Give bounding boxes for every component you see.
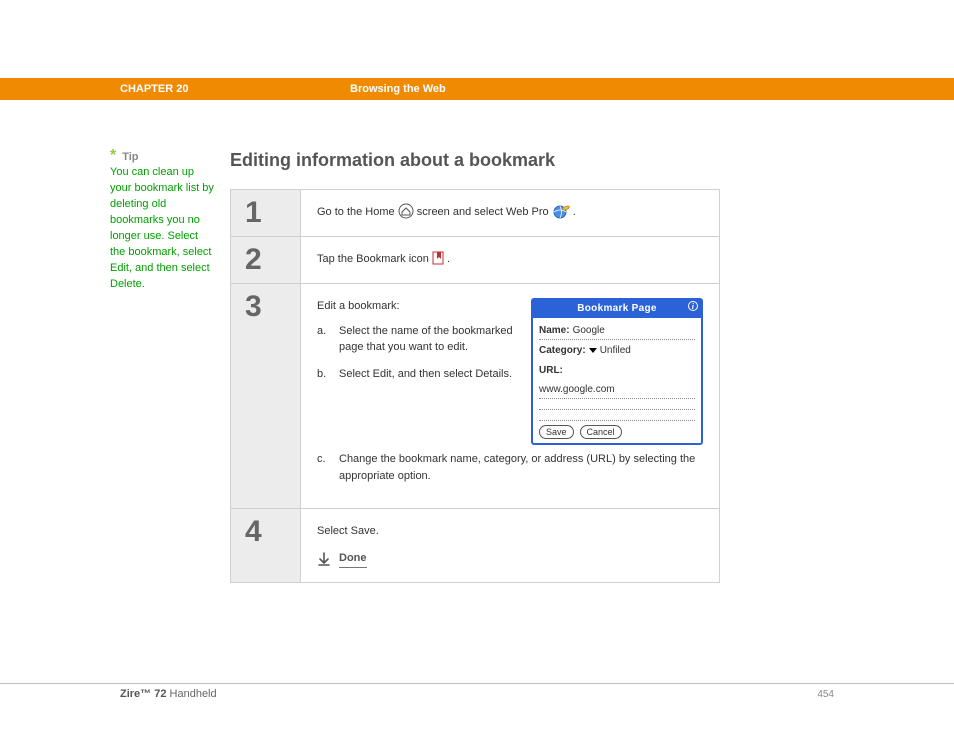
step-text: Tap the Bookmark icon (317, 253, 432, 265)
info-icon[interactable]: i (688, 301, 698, 311)
dialog-title-bar: Bookmark Page i (533, 300, 701, 318)
page-number: 454 (817, 689, 834, 700)
step-text: . (573, 206, 576, 218)
footer-suffix: Handheld (166, 688, 216, 700)
step-text: screen and select Web Pro (417, 206, 552, 218)
substep-text: Select Edit, and then select Details. (339, 366, 512, 383)
step-number: 3 (231, 284, 301, 508)
footer-model: Zire™ 72 Handheld (120, 688, 217, 700)
step-body: Tap the Bookmark icon . (301, 237, 719, 283)
step-number: 1 (231, 190, 301, 236)
substep-text: Change the bookmark name, category, or a… (339, 451, 703, 484)
header-chapter: CHAPTER 20 (120, 83, 350, 95)
done-row: Done (317, 550, 703, 569)
dropdown-icon[interactable] (589, 348, 597, 353)
tip-body: You can clean up your bookmark list by d… (110, 165, 215, 293)
dialog-blank-line (539, 412, 695, 421)
section-title: Editing information about a bookmark (230, 150, 720, 171)
dialog-category-row[interactable]: Category: Unfiled (539, 342, 695, 359)
step-body: Select Save. Done (301, 509, 719, 582)
footer: Zire™ 72 Handheld 454 (0, 683, 954, 700)
substep-label: b. (317, 366, 331, 383)
cancel-button[interactable]: Cancel (580, 425, 622, 439)
step-number: 2 (231, 237, 301, 283)
category-label: Category: (539, 343, 586, 358)
step-row: 3 Edit a bookmark: a. Select the name of… (231, 284, 719, 509)
url-value: www.google.com (539, 382, 615, 397)
bookmark-dialog: Bookmark Page i Name: Google Ca (531, 298, 703, 445)
step-number: 4 (231, 509, 301, 582)
asterisk-icon: * (110, 150, 116, 162)
substep-label: c. (317, 451, 331, 484)
substep: c. Change the bookmark name, category, o… (317, 451, 703, 484)
name-label: Name: (539, 323, 570, 338)
step-text: . (447, 253, 450, 265)
bookmark-icon (432, 251, 444, 265)
step-body: Edit a bookmark: a. Select the name of t… (301, 284, 719, 508)
step-text: Go to the Home (317, 206, 398, 218)
substep: a. Select the name of the bookmarked pag… (317, 323, 517, 356)
dialog-blank-line (539, 401, 695, 410)
dialog-title: Bookmark Page (577, 303, 657, 314)
step-row: 2 Tap the Bookmark icon . (231, 237, 719, 284)
header-section: Browsing the Web (350, 83, 446, 95)
substep: b. Select Edit, and then select Details. (317, 366, 517, 383)
step-body: Go to the Home screen and select Web Pro… (301, 190, 719, 236)
category-value: Unfiled (600, 343, 631, 358)
header-bar: CHAPTER 20 Browsing the Web (0, 78, 954, 100)
footer-brand: Zire™ 72 (120, 688, 166, 700)
tip-label: Tip (122, 151, 138, 163)
substep-text: Select the name of the bookmarked page t… (339, 323, 517, 356)
home-icon (398, 203, 414, 219)
save-button[interactable]: Save (539, 425, 574, 439)
step-row: 4 Select Save. Done (231, 509, 719, 582)
name-value: Google (573, 323, 605, 338)
dialog-name-row[interactable]: Name: Google (539, 322, 695, 340)
step-row: 1 Go to the Home screen and select Web P… (231, 190, 719, 237)
substep-label: a. (317, 323, 331, 356)
step-text: Select Save. (317, 523, 703, 540)
sidebar-tip: * Tip You can clean up your bookmark lis… (0, 150, 230, 583)
step-intro: Edit a bookmark: (317, 298, 517, 315)
down-arrow-icon (317, 552, 331, 566)
globe-icon (552, 203, 570, 219)
done-label: Done (339, 550, 367, 569)
dialog-url-label-row: URL: (539, 362, 695, 379)
steps-container: 1 Go to the Home screen and select Web P… (230, 189, 720, 583)
dialog-url-row[interactable]: www.google.com (539, 381, 695, 399)
url-label: URL: (539, 363, 563, 378)
